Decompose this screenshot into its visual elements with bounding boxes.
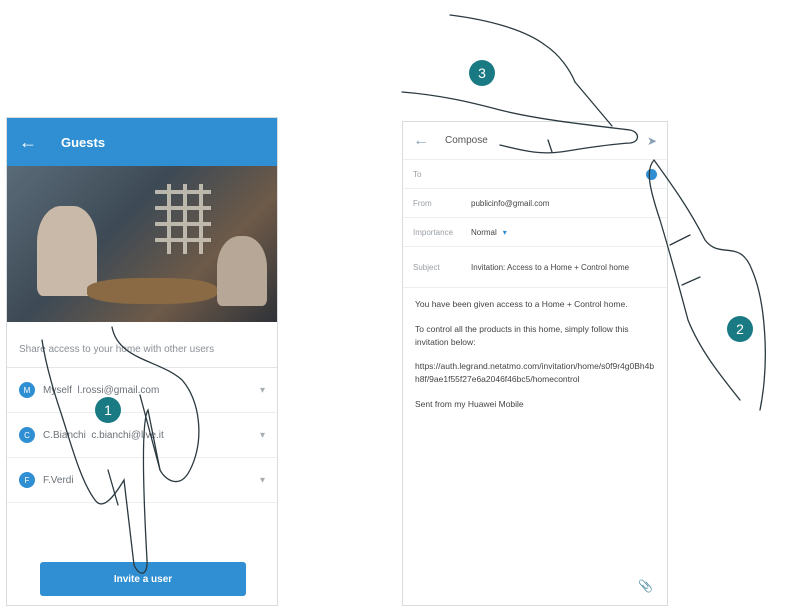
hand-gesture-illustrations: [41, 14, 766, 574]
step-1-badge: 1: [95, 397, 121, 423]
step-2-badge: 2: [727, 316, 753, 342]
step-3-badge: 3: [469, 60, 495, 86]
